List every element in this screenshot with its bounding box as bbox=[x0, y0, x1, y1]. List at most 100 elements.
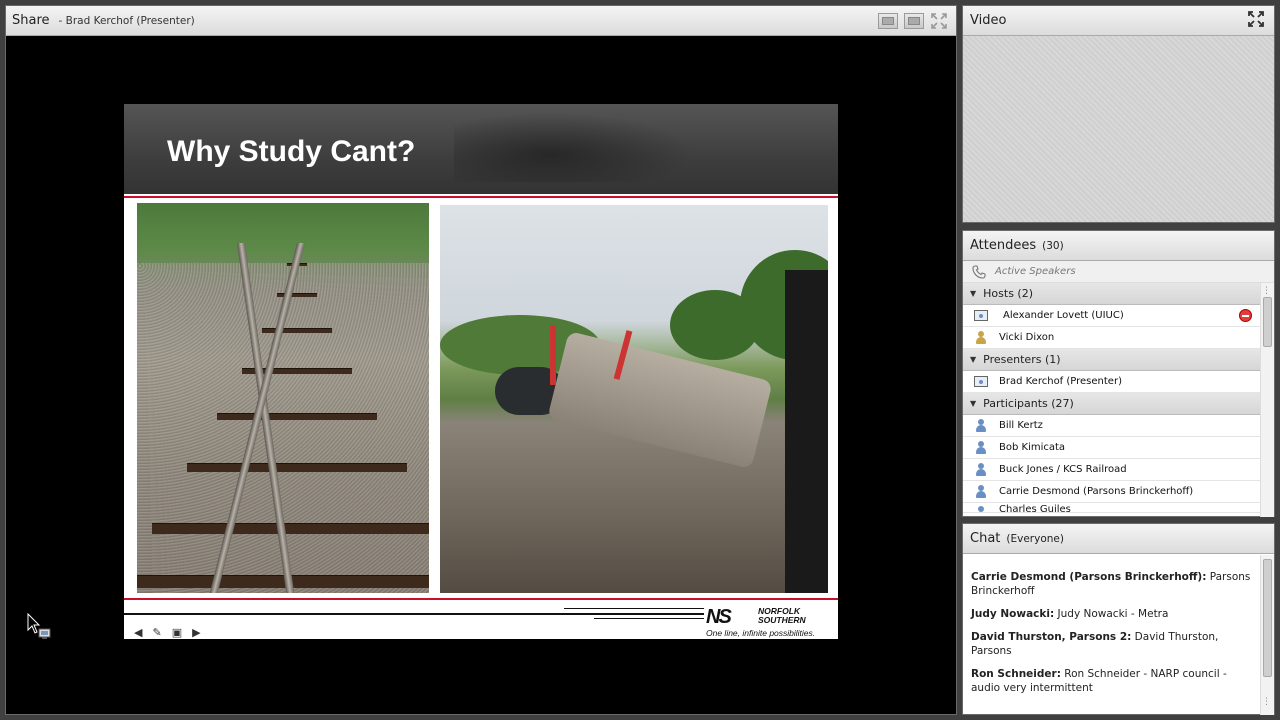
attendee-name: Bill Kertz bbox=[999, 420, 1043, 431]
presenters-header-label: Presenters (1) bbox=[983, 353, 1061, 366]
crane-arm bbox=[550, 325, 556, 385]
collapse-triangle-icon: ▼ bbox=[970, 289, 977, 298]
participant-icon bbox=[973, 440, 989, 456]
ns-mark: NS bbox=[706, 606, 732, 628]
single-view-icon bbox=[908, 16, 920, 25]
next-icon[interactable]: ▶ bbox=[192, 626, 200, 639]
collapse-triangle-icon: ▼ bbox=[970, 399, 977, 408]
fullscreen-button[interactable] bbox=[930, 12, 948, 30]
attendee-count: (30) bbox=[1042, 239, 1064, 252]
locomotive-edge bbox=[785, 270, 828, 593]
track-photo bbox=[137, 203, 429, 593]
attendee-row[interactable]: Bill Kertz bbox=[963, 415, 1260, 437]
presenter-label: - Brad Kerchof (Presenter) bbox=[58, 14, 195, 27]
tree bbox=[670, 290, 760, 360]
participant-icon bbox=[973, 462, 989, 478]
chat-messages: Carrie Desmond (Parsons Brinckerhoff): P… bbox=[963, 555, 1260, 715]
video-area bbox=[963, 36, 1274, 222]
share-view-controls bbox=[878, 12, 956, 30]
chat-scrollbar[interactable]: ⋮ bbox=[1260, 555, 1274, 715]
host-icon bbox=[973, 330, 989, 346]
prev-icon[interactable]: ◀ bbox=[134, 626, 142, 639]
host-camera-icon bbox=[973, 308, 989, 324]
track-tie bbox=[152, 523, 429, 534]
fullscreen-icon bbox=[931, 12, 947, 29]
chat-sender: Judy Nowacki: bbox=[971, 608, 1055, 620]
participants-header-label: Participants (27) bbox=[983, 397, 1074, 410]
attendee-name: Charles Guiles bbox=[999, 504, 1071, 513]
scrollbar-thumb[interactable] bbox=[1263, 559, 1272, 677]
attendees-pod-title: Attendees bbox=[970, 238, 1037, 253]
hosts-section-header[interactable]: ▼ Hosts (2) bbox=[963, 283, 1260, 305]
footer-line bbox=[124, 613, 704, 615]
meeting-app: Share - Brad Kerchof (Presenter) Why Stu… bbox=[0, 0, 1280, 720]
track-tie bbox=[187, 463, 407, 472]
share-pod-title: Share bbox=[12, 13, 50, 28]
chat-pod: Chat (Everyone) Carrie Desmond (Parsons … bbox=[962, 523, 1275, 715]
video-pod-title: Video bbox=[970, 13, 1007, 28]
chat-sender: David Thurston, Parsons 2: bbox=[971, 631, 1132, 643]
presenters-section-header[interactable]: ▼ Presenters (1) bbox=[963, 349, 1260, 371]
attendee-row[interactable]: Buck Jones / KCS Railroad bbox=[963, 459, 1260, 481]
scrollbar-thumb[interactable] bbox=[1263, 297, 1272, 347]
screen-icon[interactable]: ▣ bbox=[172, 626, 182, 639]
active-speakers-bar: Active Speakers bbox=[963, 261, 1274, 283]
attendee-row[interactable]: Carrie Desmond (Parsons Brinckerhoff) bbox=[963, 481, 1260, 503]
derailment-photo bbox=[440, 205, 828, 593]
chat-sender: Carrie Desmond (Parsons Brinckerhoff): bbox=[971, 571, 1207, 583]
video-pod: Video bbox=[962, 5, 1275, 223]
attendee-name: Carrie Desmond (Parsons Brinckerhoff) bbox=[999, 486, 1194, 497]
presenter-icon bbox=[973, 374, 989, 390]
track-tie bbox=[262, 328, 332, 333]
status-blocked-icon bbox=[1239, 309, 1252, 322]
chat-message: Judy Nowacki: Judy Nowacki - Metra bbox=[971, 607, 1252, 621]
participants-section-header[interactable]: ▼ Participants (27) bbox=[963, 393, 1260, 415]
attendee-name: Brad Kerchof (Presenter) bbox=[999, 376, 1122, 387]
slide-footer: NS NORFOLK SOUTHERN One line, infinite p… bbox=[124, 602, 838, 639]
attendees-pod-header: Attendees (30) bbox=[963, 231, 1274, 261]
pen-icon[interactable]: ✎ bbox=[152, 626, 161, 639]
chat-pod-title: Chat bbox=[970, 531, 1001, 546]
presentation-slide: Why Study Cant? NS NORFOLK SOUTHERN One … bbox=[124, 104, 838, 639]
attendee-name: Bob Kimicata bbox=[999, 442, 1066, 453]
chat-pod-header: Chat (Everyone) bbox=[963, 524, 1274, 554]
attendee-row[interactable]: Brad Kerchof (Presenter) bbox=[963, 371, 1260, 393]
fullscreen-icon bbox=[1248, 10, 1264, 27]
slide-divider-top bbox=[124, 196, 838, 198]
track-tie bbox=[217, 413, 377, 420]
attendee-name: Buck Jones / KCS Railroad bbox=[999, 464, 1127, 475]
footer-line bbox=[564, 608, 704, 609]
attendee-row[interactable]: Alexander Lovett (UIUC) bbox=[963, 305, 1260, 327]
chat-message: David Thurston, Parsons 2: David Thursto… bbox=[971, 630, 1252, 658]
attendee-row[interactable]: Vicki Dixon bbox=[963, 327, 1260, 349]
attendees-pod: Attendees (30) Active Speakers ▼ Hosts (… bbox=[962, 230, 1275, 517]
chat-message: Carrie Desmond (Parsons Brinckerhoff): P… bbox=[971, 570, 1252, 598]
mouse-pointer-icon bbox=[27, 612, 51, 639]
slide-divider-bottom bbox=[124, 598, 838, 600]
chat-sender: Ron Schneider: bbox=[971, 668, 1061, 680]
single-view-button[interactable] bbox=[904, 12, 924, 29]
participant-icon bbox=[973, 504, 989, 512]
attendees-scrollbar[interactable]: ⋮ bbox=[1260, 283, 1274, 517]
hosts-header-label: Hosts (2) bbox=[983, 287, 1034, 300]
share-pod-header: Share - Brad Kerchof (Presenter) bbox=[6, 6, 956, 36]
attendee-name: Vicki Dixon bbox=[999, 332, 1055, 343]
active-speakers-label: Active Speakers bbox=[995, 266, 1076, 277]
video-pod-header: Video bbox=[963, 6, 1274, 36]
split-view-icon bbox=[882, 16, 894, 25]
collapse-triangle-icon: ▼ bbox=[970, 355, 977, 364]
video-fullscreen-button[interactable] bbox=[1248, 10, 1264, 31]
slide-banner: Why Study Cant? bbox=[124, 104, 838, 194]
share-pod: Share - Brad Kerchof (Presenter) Why Stu… bbox=[5, 5, 957, 715]
split-view-button[interactable] bbox=[878, 12, 898, 29]
slide-title: Why Study Cant? bbox=[167, 135, 416, 168]
attendee-row[interactable]: Charles Guiles bbox=[963, 503, 1260, 513]
scroll-grip-icon: ⋮ bbox=[1262, 697, 1271, 707]
participant-icon bbox=[973, 484, 989, 500]
ns-tagline: One line, infinite possibilities. bbox=[706, 628, 816, 638]
attendee-row[interactable]: Bob Kimicata bbox=[963, 437, 1260, 459]
chat-scope: (Everyone) bbox=[1006, 532, 1064, 545]
chat-text: Judy Nowacki - Metra bbox=[1054, 608, 1169, 620]
attendee-name: Alexander Lovett (UIUC) bbox=[1003, 310, 1124, 321]
ns-company-name: NORFOLK SOUTHERN bbox=[758, 606, 806, 625]
